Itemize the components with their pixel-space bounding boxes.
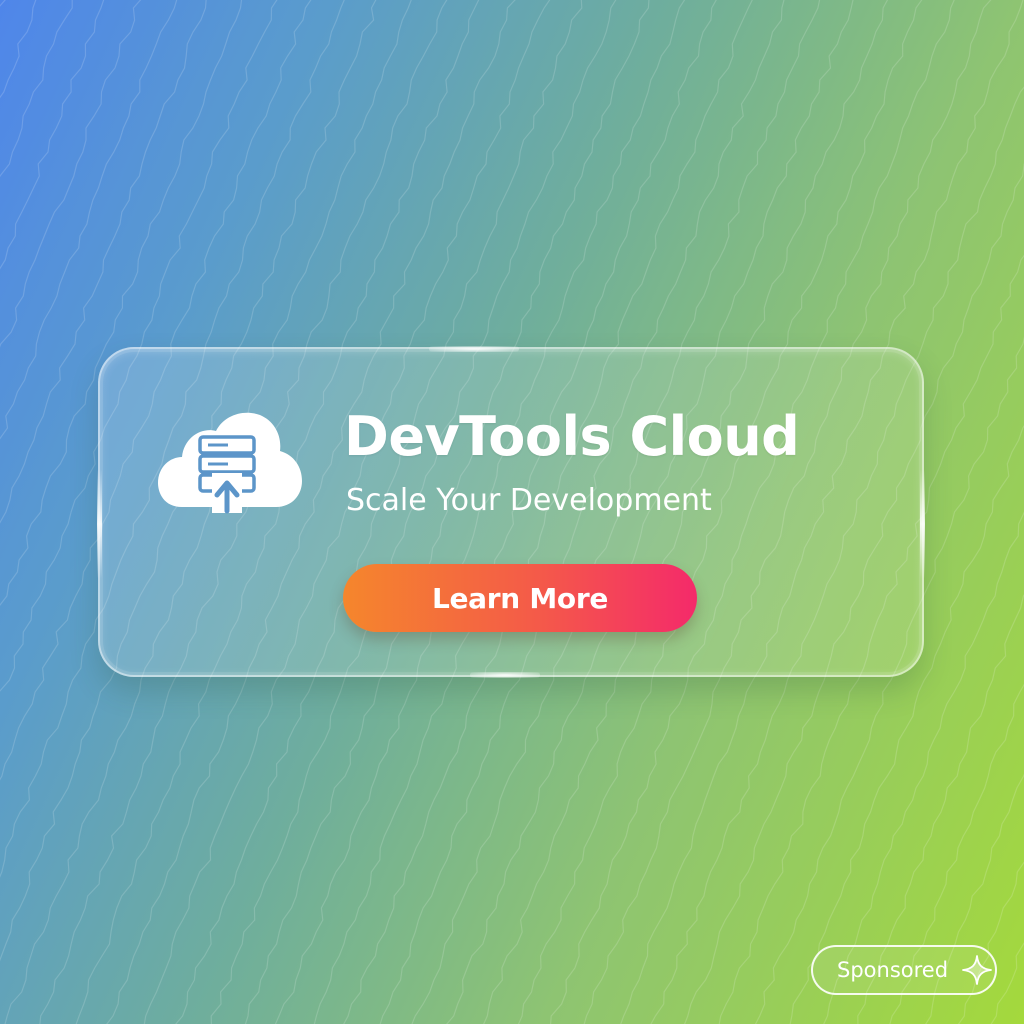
sponsored-label: Sponsored (837, 958, 949, 982)
card-edge-highlight-left (97, 469, 102, 579)
card-edge-highlight-right (920, 469, 925, 579)
texture-line (0, 0, 73, 178)
sponsored-badge[interactable]: Sponsored (811, 945, 997, 995)
texture-line (0, 0, 105, 270)
cloud-server-upload-icon (158, 412, 302, 514)
ad-card[interactable]: DevTools Cloud Scale Your Development Le… (97, 346, 925, 678)
sparkle-icon (962, 955, 992, 985)
learn-more-button[interactable]: Learn More (343, 564, 697, 632)
ad-subtitle: Scale Your Development (346, 483, 712, 518)
ad-title: DevTools Cloud (344, 405, 800, 468)
texture-line (957, 861, 1024, 1024)
texture-line (925, 773, 1024, 1024)
texture-line (0, 0, 37, 99)
